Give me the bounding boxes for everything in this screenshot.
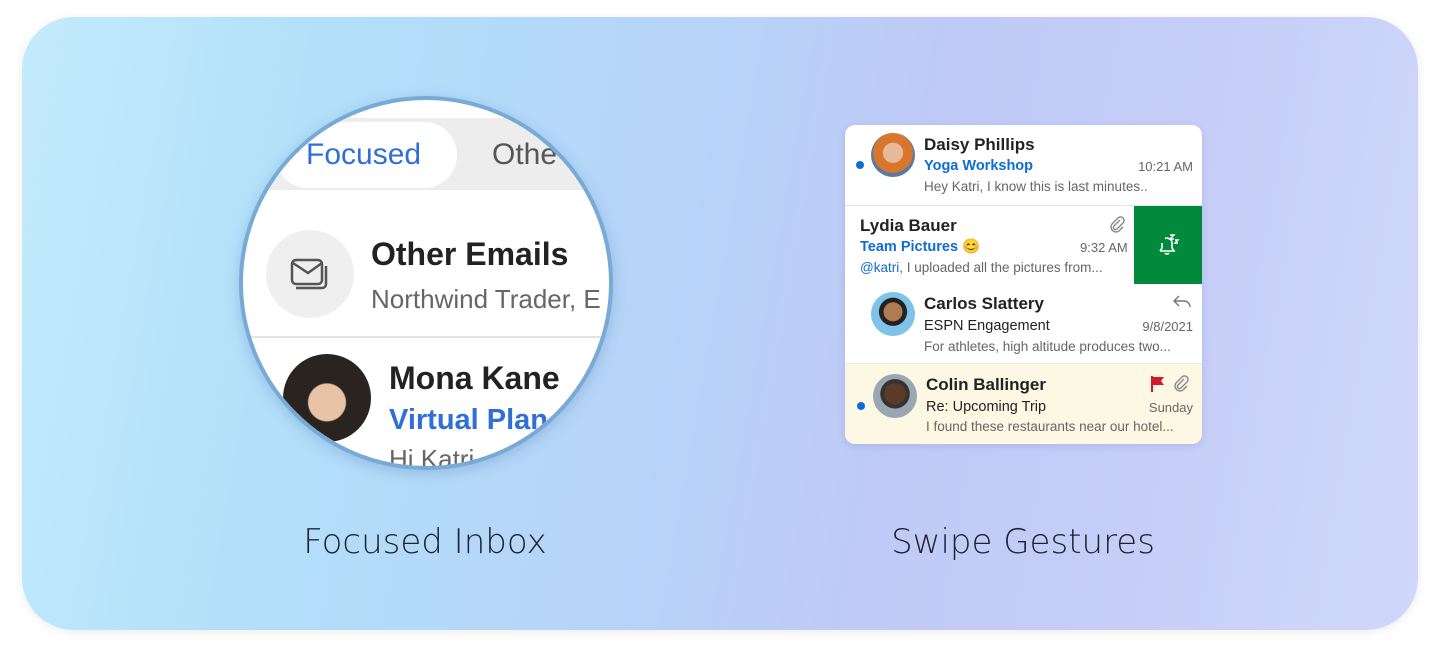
divider — [845, 363, 1202, 364]
subject: Team Pictures — [860, 239, 959, 255]
time: 9:32 AM — [1080, 240, 1128, 255]
subject: ESPN Engagement — [924, 318, 1050, 334]
message-row-flagged[interactable]: Colin Ballinger Re: Upcoming Trip Sunday… — [845, 364, 1202, 444]
sender: Daisy Phillips — [924, 135, 1035, 154]
unread-dot — [857, 402, 865, 410]
avatar — [873, 374, 917, 418]
attachment-icon — [1109, 216, 1125, 239]
snooze-action-button[interactable] — [1134, 206, 1202, 284]
sender: Colin Ballinger — [926, 375, 1046, 394]
divider — [243, 336, 609, 338]
preview: I found these restaurants near our hotel… — [926, 419, 1174, 434]
avatar — [871, 133, 915, 177]
subject: Re: Upcoming Trip — [926, 399, 1047, 415]
caption-focused-inbox: Focused Inbox — [303, 522, 547, 562]
time: 9/8/2021 — [1142, 319, 1193, 334]
caption-swipe-gestures: Swipe Gestures — [891, 522, 1155, 562]
preview: Hey Katri, I know this is last minutes.. — [924, 179, 1148, 194]
attachment-icon — [1173, 375, 1189, 398]
message-sender[interactable]: Mona Kane — [389, 360, 560, 397]
tab-focused-label: Focused — [306, 138, 422, 171]
other-emails-senders: Northwind Trader, E — [371, 284, 601, 314]
flag-icon — [1150, 375, 1166, 398]
emoji: 😊 — [962, 239, 981, 255]
preview: , I uploaded all the pictures from... — [899, 260, 1103, 275]
snooze-bell-icon — [1159, 234, 1180, 255]
reply-icon — [1172, 294, 1192, 315]
message-row[interactable]: Daisy Phillips Yoga Workshop 10:21 AM He… — [845, 125, 1202, 205]
envelope-stack-icon — [266, 230, 354, 318]
time: Sunday — [1148, 400, 1193, 415]
unread-dot — [856, 161, 864, 169]
other-emails-title[interactable]: Other Emails — [371, 236, 568, 273]
subject: Yoga Workshop — [924, 158, 1034, 174]
focused-inbox-magnifier: Focused Othe Other Emails Northwind Trad… — [239, 96, 613, 470]
avatar — [283, 354, 371, 442]
mention[interactable]: @katri — [860, 260, 899, 275]
message-subject: Virtual Plan — [389, 404, 549, 436]
feature-card — [22, 17, 1418, 630]
message-row-swiped[interactable]: Lydia Bauer Team Pictures 😊 9:32 AM @kat… — [845, 206, 1202, 284]
sender: Carlos Slattery — [924, 294, 1044, 313]
message-list: Daisy Phillips Yoga Workshop 10:21 AM He… — [845, 125, 1202, 444]
sender: Lydia Bauer — [860, 216, 957, 235]
time: 10:21 AM — [1138, 159, 1193, 174]
preview: For athletes, high altitude produces two… — [924, 339, 1171, 354]
message-row[interactable]: Carlos Slattery ESPN Engagement 9/8/2021… — [845, 284, 1202, 364]
tab-other[interactable]: Othe — [492, 138, 557, 172]
avatar — [871, 292, 915, 336]
